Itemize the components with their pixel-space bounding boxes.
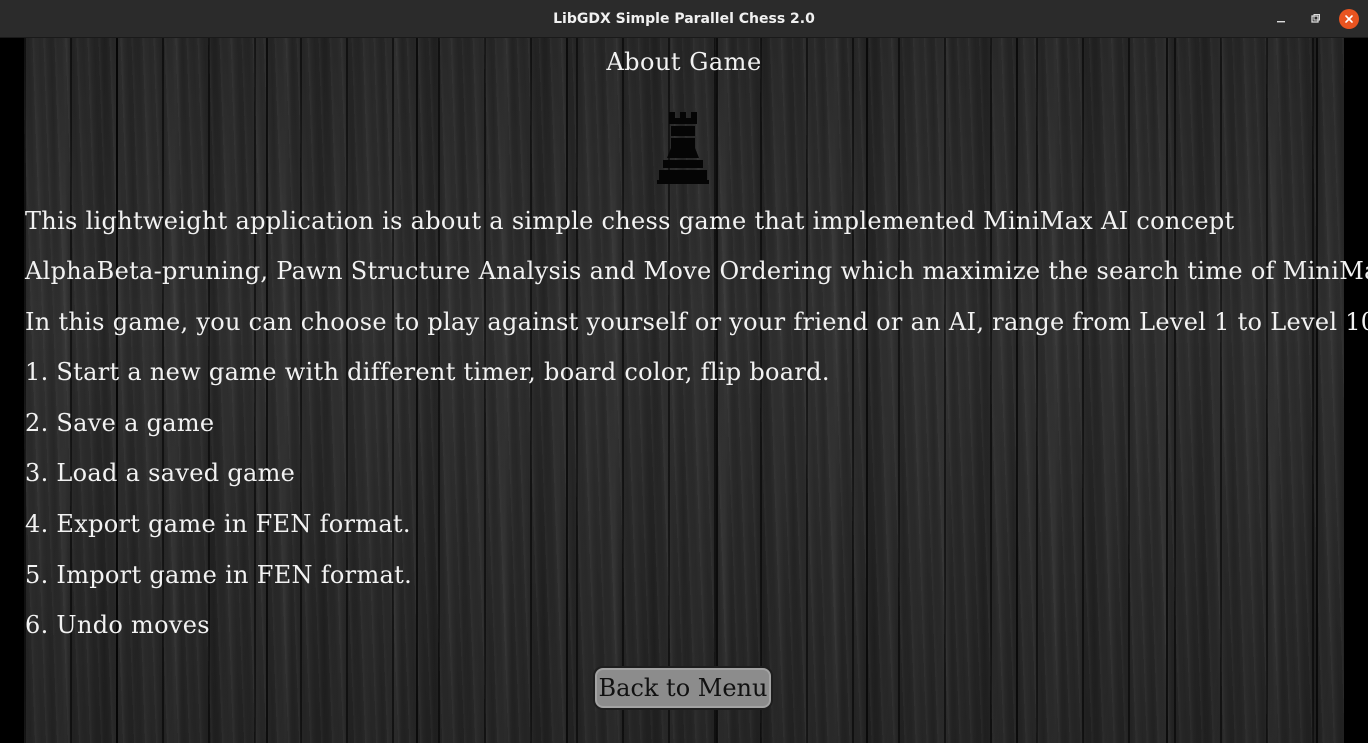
feature-item-undo-moves: 6. Undo moves [25, 611, 210, 639]
feature-item-save-game: 2. Save a game [25, 409, 215, 437]
back-to-menu-button[interactable]: Back to Menu [593, 666, 773, 710]
feature-item-load-game: 3. Load a saved game [25, 459, 296, 487]
about-line-3: In this game, you can choose to play aga… [25, 308, 1368, 336]
about-line-2: AlphaBeta-pruning, Pawn Structure Analys… [25, 257, 1368, 285]
about-line-1: This lightweight application is about a … [25, 207, 1235, 235]
chess-rook-icon [657, 112, 709, 184]
window-titlebar[interactable]: LibGDX Simple Parallel Chess 2.0 [0, 0, 1368, 38]
feature-item-export-fen: 4. Export game in FEN format. [25, 510, 411, 538]
minimize-icon[interactable] [1271, 9, 1291, 29]
window-title: LibGDX Simple Parallel Chess 2.0 [553, 10, 815, 27]
close-icon[interactable] [1339, 9, 1359, 29]
feature-item-import-fen: 5. Import game in FEN format. [25, 561, 412, 589]
maximize-icon[interactable] [1305, 9, 1325, 29]
page-title: About Game [606, 48, 762, 76]
feature-item-new-game: 1. Start a new game with different timer… [25, 358, 830, 386]
game-viewport: About Game This lightweight application … [0, 38, 1368, 743]
